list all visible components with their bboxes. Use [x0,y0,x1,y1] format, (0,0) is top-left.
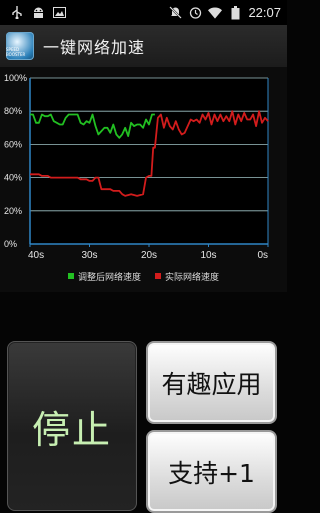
app-bar: SPEED BOOSTER 一键网络加速 [0,25,287,68]
clock-time: 22:07 [248,5,281,20]
legend-swatch-adjusted [67,273,74,279]
app-logo-icon[interactable]: SPEED BOOSTER [6,32,34,60]
y-tick-label: 80% [4,106,22,116]
x-tick-label: 40s [28,250,44,261]
legend-label-actual: 实际网络速度 [165,272,220,283]
app-logo-text: SPEED BOOSTER [6,47,26,57]
status-right-icons: 22:07 [168,5,287,20]
fun-apps-button-label: 有趣应用 [161,369,262,399]
usb-icon [10,6,24,19]
x-tick-label: 30s [81,250,97,261]
chart-panel: 100% 80% 60% 40% 20% 0% 40s 30s 20s 10s 0s [0,67,287,292]
support-button-label: 支持+1 [168,458,255,488]
mute-icon [168,6,182,19]
battery-icon [228,5,242,19]
x-tick-label: 10s [200,250,216,261]
y-tick-label: 40% [4,173,22,183]
status-bar: 22:07 [0,0,287,25]
speed-chart: 100% 80% 60% 40% 20% 0% 40s 30s 20s 10s 0s [4,73,269,261]
y-tick-label: 0% [4,239,17,249]
x-tick-label: 20s [141,250,157,261]
chart-legend: 调整后网络速度 实际网络速度 [0,270,287,283]
status-left-icons [0,6,66,19]
android-debug-icon [31,6,45,19]
fun-apps-button[interactable]: 有趣应用 [146,341,277,424]
support-button[interactable]: 支持+1 [146,430,277,513]
legend-item-adjusted: 调整后网络速度 [67,270,141,283]
legend-label-adjusted: 调整后网络速度 [77,272,141,283]
x-tick-label: 0s [257,250,268,261]
stop-button[interactable]: 停止 [7,341,137,511]
app-title: 一键网络加速 [43,38,146,57]
stop-button-label: 停止 [31,407,112,452]
alarm-icon [188,6,202,19]
legend-item-actual: 实际网络速度 [155,270,220,283]
y-tick-label: 100% [4,73,27,83]
y-tick-label: 20% [4,206,22,216]
plot-area [30,78,268,244]
wifi-icon [208,6,223,19]
legend-swatch-actual [155,273,161,279]
y-tick-label: 60% [4,139,22,149]
image-icon [52,6,66,19]
